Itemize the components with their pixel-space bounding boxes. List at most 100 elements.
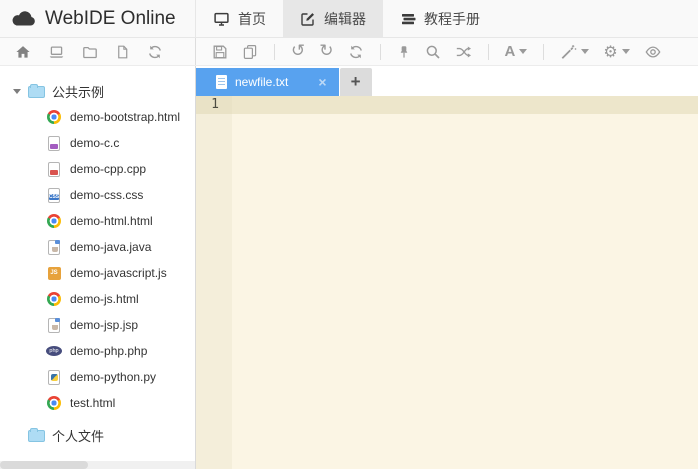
nav-item-editor[interactable]: 编辑器 bbox=[283, 0, 383, 37]
save-icon[interactable] bbox=[212, 44, 228, 60]
code-editor[interactable]: 1 bbox=[196, 96, 698, 469]
java-file-icon bbox=[46, 239, 62, 255]
toolbar-separator bbox=[274, 44, 275, 60]
nav-item-home[interactable]: 首页 bbox=[196, 0, 283, 37]
tree-file[interactable]: CSS demo-css.css bbox=[0, 182, 195, 208]
jsp-file-icon bbox=[46, 317, 62, 333]
file-label: demo-cpp.cpp bbox=[70, 162, 146, 176]
laptop-icon[interactable] bbox=[48, 44, 65, 60]
search-icon[interactable] bbox=[425, 44, 441, 60]
c-file-icon bbox=[46, 135, 62, 151]
css-file-icon: CSS bbox=[46, 187, 62, 203]
toolbar-separator bbox=[380, 44, 381, 60]
tree-file[interactable]: demo-jsp.jsp bbox=[0, 312, 195, 338]
tab-newfile[interactable]: newfile.txt × bbox=[196, 68, 339, 96]
settings-dropdown[interactable]: ⚙ bbox=[603, 44, 629, 60]
file-tree-sidebar: 公共示例 demo-bootstrap.html demo-c.c demo-c… bbox=[0, 66, 196, 469]
file-label: demo-python.py bbox=[70, 370, 156, 384]
editor-pane: newfile.txt × + 1 bbox=[196, 66, 698, 469]
caret-down-icon[interactable] bbox=[13, 89, 21, 94]
file-icon bbox=[216, 75, 227, 89]
php-file-icon bbox=[46, 343, 62, 359]
top-navbar: WebIDE Online 首页 编辑器 教程手册 bbox=[0, 0, 698, 38]
tree-file[interactable]: demo-js.html bbox=[0, 286, 195, 312]
new-tab-button[interactable]: + bbox=[340, 68, 372, 96]
close-icon[interactable]: × bbox=[318, 75, 326, 89]
tree-file[interactable]: demo-php.php bbox=[0, 338, 195, 364]
sync-icon[interactable] bbox=[348, 44, 364, 60]
chrome-icon bbox=[46, 213, 62, 229]
file-label: demo-php.php bbox=[70, 344, 147, 358]
eye-icon[interactable] bbox=[644, 44, 662, 60]
cpp-file-icon bbox=[46, 161, 62, 177]
editor-tab-bar: newfile.txt × + bbox=[196, 66, 698, 96]
gear-icon: ⚙ bbox=[603, 44, 617, 60]
chrome-icon bbox=[46, 109, 62, 125]
edit-icon bbox=[300, 11, 316, 27]
chrome-icon bbox=[46, 291, 62, 307]
font-dropdown[interactable]: A bbox=[505, 44, 528, 59]
tree-file[interactable]: demo-cpp.cpp bbox=[0, 156, 195, 182]
brand[interactable]: WebIDE Online bbox=[0, 0, 196, 37]
home-icon[interactable] bbox=[15, 44, 31, 60]
line-number: 1 bbox=[196, 96, 232, 114]
file-label: demo-js.html bbox=[70, 292, 139, 306]
file-tree: 公共示例 demo-bootstrap.html demo-c.c demo-c… bbox=[0, 66, 195, 448]
main-nav: 首页 编辑器 教程手册 bbox=[196, 0, 497, 37]
toolbar-separator bbox=[543, 44, 544, 60]
undo-icon[interactable]: ↺ bbox=[291, 43, 305, 60]
brand-title: WebIDE Online bbox=[45, 8, 176, 30]
tree-file[interactable]: demo-java.java bbox=[0, 234, 195, 260]
redo-icon[interactable]: ↻ bbox=[319, 43, 333, 60]
chevron-down-icon bbox=[581, 49, 589, 54]
file-label: demo-css.css bbox=[70, 188, 143, 202]
refresh-icon[interactable] bbox=[147, 44, 163, 60]
active-line[interactable] bbox=[232, 96, 698, 114]
sidebar-toolbar bbox=[0, 38, 196, 65]
python-file-icon bbox=[46, 369, 62, 385]
tab-title: newfile.txt bbox=[235, 75, 288, 89]
line-number-gutter: 1 bbox=[196, 96, 232, 469]
pin-icon[interactable] bbox=[397, 44, 411, 60]
wand-icon bbox=[560, 44, 577, 60]
file-label: demo-html.html bbox=[70, 214, 153, 228]
editor-toolbar: ↺ ↻ A bbox=[196, 43, 662, 60]
horizontal-scrollbar[interactable] bbox=[0, 461, 195, 469]
tree-file[interactable]: demo-bootstrap.html bbox=[0, 104, 195, 130]
js-file-icon bbox=[46, 265, 62, 281]
content-area: 公共示例 demo-bootstrap.html demo-c.c demo-c… bbox=[0, 66, 698, 469]
desktop-icon bbox=[213, 11, 230, 27]
scrollbar-thumb[interactable] bbox=[0, 461, 88, 469]
toolbar-separator bbox=[488, 44, 489, 60]
file-label: demo-bootstrap.html bbox=[70, 110, 180, 124]
nav-item-manual[interactable]: 教程手册 bbox=[383, 0, 497, 37]
toolbar: ↺ ↻ A bbox=[0, 38, 698, 66]
folder-label: 公共示例 bbox=[52, 82, 104, 101]
shuffle-icon[interactable] bbox=[455, 44, 472, 60]
folder-label: 个人文件 bbox=[52, 426, 104, 445]
new-file-icon[interactable] bbox=[115, 44, 130, 60]
tree-file[interactable]: demo-javascript.js bbox=[0, 260, 195, 286]
tree-file[interactable]: demo-html.html bbox=[0, 208, 195, 234]
file-label: demo-c.c bbox=[70, 136, 119, 150]
manual-icon bbox=[400, 11, 416, 27]
folder-open-icon bbox=[28, 86, 45, 98]
tree-folder-personal-files[interactable]: 个人文件 bbox=[0, 422, 195, 448]
file-label: demo-java.java bbox=[70, 240, 151, 254]
file-label: demo-jsp.jsp bbox=[70, 318, 138, 332]
tree-file[interactable]: demo-c.c bbox=[0, 130, 195, 156]
folder-icon[interactable] bbox=[82, 44, 98, 60]
chrome-icon bbox=[46, 395, 62, 411]
tree-file[interactable]: demo-python.py bbox=[0, 364, 195, 390]
paste-icon[interactable] bbox=[242, 44, 258, 60]
chevron-down-icon bbox=[622, 49, 630, 54]
code-content[interactable] bbox=[232, 96, 698, 469]
tree-file[interactable]: test.html bbox=[0, 390, 195, 416]
wand-dropdown[interactable] bbox=[560, 44, 589, 60]
nav-item-label: 首页 bbox=[238, 9, 266, 29]
file-label: demo-javascript.js bbox=[70, 266, 167, 280]
file-label: test.html bbox=[70, 396, 115, 410]
tree-folder-public-examples[interactable]: 公共示例 bbox=[0, 78, 195, 104]
webide-app: WebIDE Online 首页 编辑器 教程手册 bbox=[0, 0, 698, 469]
nav-item-label: 编辑器 bbox=[324, 9, 366, 29]
